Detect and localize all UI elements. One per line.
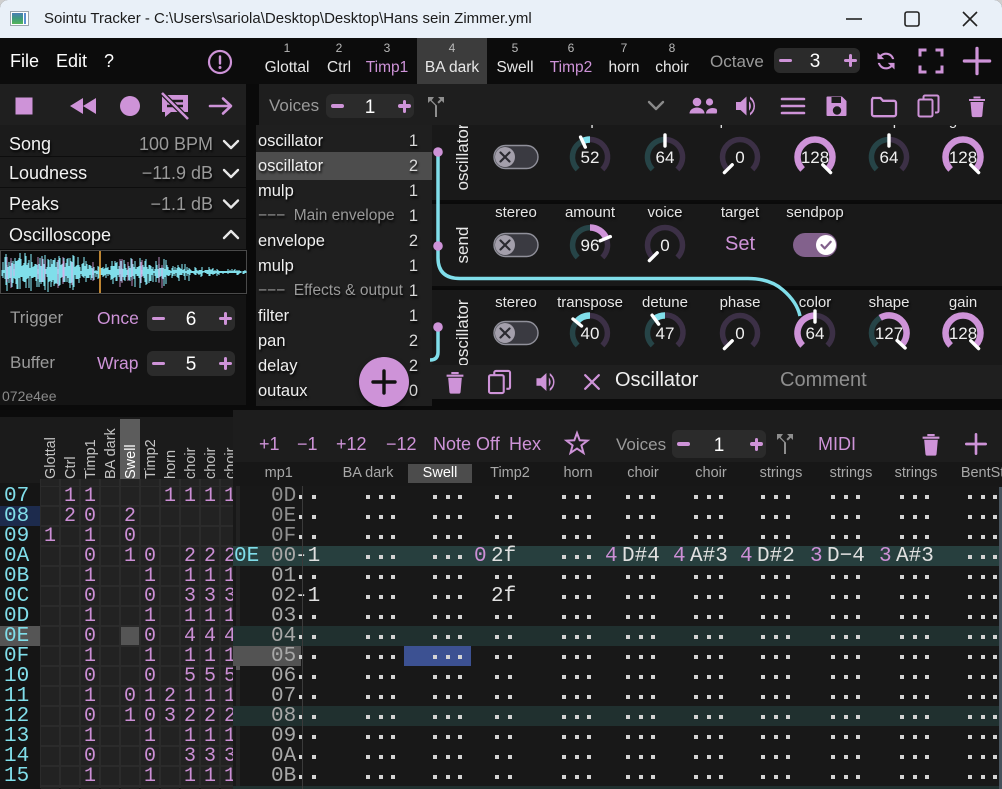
svg-text:96: 96 [581,236,600,255]
svg-text:horn: horn [163,450,179,479]
svg-text:Glottal: Glottal [43,437,59,479]
svg-text:128: 128 [949,324,977,343]
svg-text:send: send [453,227,472,264]
svg-text:128: 128 [801,148,829,167]
svg-text:Timp2: Timp2 [143,439,159,479]
svg-text:127: 127 [875,324,903,343]
svg-text:oscillator: oscillator [453,123,472,190]
svg-text:64: 64 [656,148,675,167]
svg-text:0: 0 [735,148,744,167]
svg-text:47: 47 [656,324,675,343]
svg-text:0: 0 [735,324,744,343]
svg-text:64: 64 [806,324,825,343]
svg-text:Swell: Swell [123,444,139,479]
svg-text:choir: choir [183,447,199,479]
svg-text:choir: choir [203,447,219,479]
svg-text:64: 64 [880,148,899,167]
svg-text:0: 0 [660,236,669,255]
svg-text:40: 40 [581,324,600,343]
svg-text:Timp1: Timp1 [83,439,99,479]
svg-text:128: 128 [949,148,977,167]
svg-text:oscillator: oscillator [453,299,472,366]
svg-text:52: 52 [581,148,600,167]
svg-text:BA dark: BA dark [103,427,119,479]
svg-text:choir: choir [223,447,239,479]
svg-text:Ctrl: Ctrl [63,456,79,479]
